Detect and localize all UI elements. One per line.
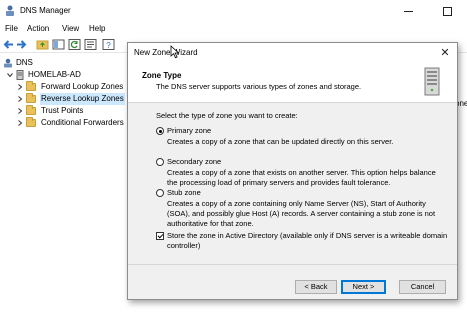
secondary-zone-radio[interactable] <box>156 158 164 166</box>
stub-zone-radio[interactable] <box>156 189 164 197</box>
menu-file[interactable]: File <box>5 24 18 33</box>
tree-item-label: Trust Points <box>41 106 84 115</box>
secondary-zone-label[interactable]: Secondary zone <box>167 157 221 167</box>
folder-icon <box>26 93 36 103</box>
zone-type-prompt: Select the type of zone you want to crea… <box>156 111 298 120</box>
primary-zone-label[interactable]: Primary zone <box>167 126 211 136</box>
folder-icon <box>26 117 36 127</box>
tree-item-reverse-lookup[interactable]: Reverse Lookup Zones <box>16 93 126 105</box>
svg-text:?: ? <box>106 41 111 50</box>
menu-help[interactable]: Help <box>89 24 105 33</box>
next-button[interactable]: Next > <box>341 280 386 294</box>
back-button[interactable]: < Back <box>295 280 337 294</box>
primary-zone-description: Creates a copy of a zone that can be upd… <box>167 137 394 146</box>
navigation-tree: DNS HOMELAB-AD Forward Lookup Zones Reve… <box>0 54 126 317</box>
forward-arrow-icon[interactable] <box>15 38 28 51</box>
chevron-right-icon[interactable] <box>16 105 24 117</box>
close-icon[interactable]: ✕ <box>438 46 452 60</box>
dns-manager-app-icon <box>6 5 14 16</box>
chevron-right-icon[interactable] <box>16 81 24 93</box>
store-in-ad-label[interactable]: controller) <box>167 241 200 251</box>
minimize-button[interactable] <box>402 4 416 18</box>
tree-item-forward-lookup[interactable]: Forward Lookup Zones <box>16 81 126 93</box>
stub-zone-description: authoritative for that zone. <box>167 219 254 228</box>
store-in-ad-checkbox[interactable] <box>156 232 164 240</box>
stub-zone-label[interactable]: Stub zone <box>167 188 201 198</box>
menu-action[interactable]: Action <box>27 24 49 33</box>
page-subheading: The DNS server supports various types of… <box>156 82 362 91</box>
up-folder-icon[interactable] <box>36 38 49 51</box>
tree-item-trust-points[interactable]: Trust Points <box>16 105 126 117</box>
stub-zone-description: Creates a copy of a zone containing only… <box>167 199 426 208</box>
server-icon <box>16 70 24 80</box>
server-tower-icon <box>424 67 440 96</box>
chevron-right-icon[interactable] <box>16 117 24 129</box>
dns-root-icon <box>4 58 12 68</box>
secondary-zone-description: the processing load of primary servers a… <box>167 178 391 187</box>
window-title: DNS Manager <box>20 6 71 15</box>
tree-item-server[interactable]: HOMELAB-AD <box>6 69 116 81</box>
tree-item-label: HOMELAB-AD <box>28 70 81 79</box>
cancel-button[interactable]: Cancel <box>399 280 446 294</box>
tree-item-label: DNS <box>16 58 33 67</box>
store-in-ad-label[interactable]: Store the zone in Active Directory (avai… <box>167 231 447 241</box>
menu-bar: File Action View Help <box>0 22 467 36</box>
back-arrow-icon[interactable] <box>2 38 15 51</box>
show-hide-tree-icon[interactable] <box>52 38 65 51</box>
tree-item-label: Forward Lookup Zones <box>41 82 124 91</box>
tree-item-conditional-forwarders[interactable]: Conditional Forwarders <box>16 117 126 129</box>
secondary-zone-description: Creates a copy of a zone that exists on … <box>167 168 436 177</box>
maximize-button[interactable] <box>440 4 454 18</box>
stub-zone-description: (SOA), and possibly glue Host (A) record… <box>167 209 436 218</box>
export-list-icon[interactable] <box>84 38 97 51</box>
chevron-right-icon[interactable] <box>16 93 24 105</box>
wizard-body: Select the type of zone you want to crea… <box>128 104 457 264</box>
folder-icon <box>26 81 36 91</box>
chevron-down-icon[interactable] <box>6 69 14 81</box>
menu-view[interactable]: View <box>62 24 79 33</box>
folder-icon <box>26 105 36 115</box>
primary-zone-radio[interactable] <box>156 127 164 135</box>
footer-divider <box>128 264 457 265</box>
wizard-header: Zone Type The DNS server supports variou… <box>128 63 457 103</box>
new-zone-wizard-dialog: New Zone Wizard ✕ Zone Type The DNS serv… <box>127 42 458 300</box>
refresh-icon[interactable] <box>68 38 81 51</box>
dialog-title: New Zone Wizard <box>134 48 198 57</box>
tree-item-label: Reverse Lookup Zones <box>40 93 125 105</box>
page-heading: Zone Type <box>142 71 182 80</box>
mouse-cursor-icon <box>170 45 179 59</box>
tree-item-label: Conditional Forwarders <box>41 118 124 127</box>
tree-item-dns[interactable]: DNS <box>3 57 63 69</box>
title-bar: DNS Manager <box>0 0 467 22</box>
help-icon[interactable]: ? <box>102 38 115 51</box>
